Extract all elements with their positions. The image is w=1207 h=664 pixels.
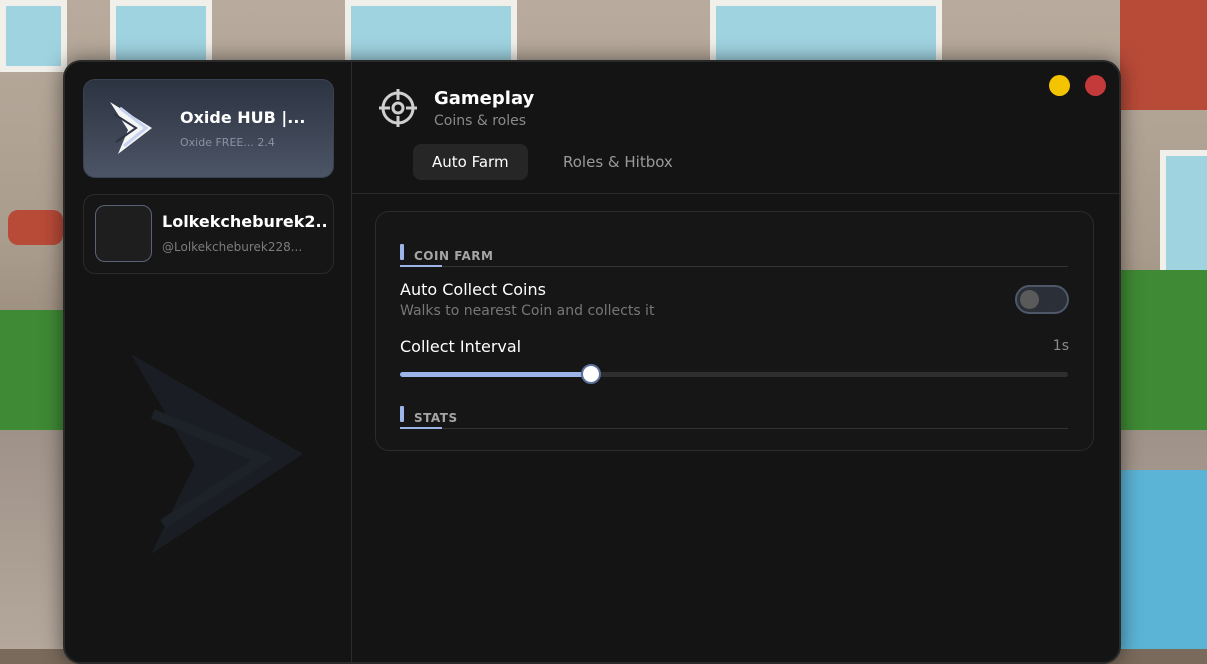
oxide-watermark-icon xyxy=(131,354,303,554)
toggle-knob xyxy=(1020,290,1039,309)
hub-card[interactable]: Oxide HUB |... Oxide FREE... 2.4 xyxy=(83,79,334,178)
collect-interval-slider[interactable] xyxy=(400,364,1068,384)
section-header-coin-farm: COIN FARM xyxy=(400,244,1068,268)
main-content: Gameplay Coins & roles Auto Farm Roles &… xyxy=(352,62,1119,662)
user-card[interactable]: Lolkekcheburek2... @Lolkekcheburek228... xyxy=(83,194,334,274)
header-divider xyxy=(352,193,1119,194)
oxide-logo-icon xyxy=(110,102,152,154)
hub-title: Oxide HUB |... xyxy=(180,108,306,127)
user-name: Lolkekcheburek2... xyxy=(162,212,326,231)
tab-roles-hitbox[interactable]: Roles & Hitbox xyxy=(544,144,692,180)
auto-collect-toggle[interactable] xyxy=(1015,285,1069,314)
collect-interval-value: 1s xyxy=(1052,338,1069,354)
crosshair-icon xyxy=(379,89,417,127)
sidebar: Oxide HUB |... Oxide FREE... 2.4 Lolkekc… xyxy=(65,62,352,662)
page-title: Gameplay xyxy=(434,88,535,109)
section-label: COIN FARM xyxy=(414,249,494,263)
tab-auto-farm[interactable]: Auto Farm xyxy=(413,144,528,180)
page-subtitle: Coins & roles xyxy=(434,113,527,129)
section-label: STATS xyxy=(414,411,458,425)
user-handle: @Lolkekcheburek228... xyxy=(162,240,303,254)
auto-collect-label: Auto Collect Coins xyxy=(400,280,546,299)
collect-interval-label: Collect Interval xyxy=(400,337,522,356)
hub-window: Oxide HUB |... Oxide FREE... 2.4 Lolkekc… xyxy=(63,60,1121,664)
avatar xyxy=(95,205,152,262)
minimize-button[interactable] xyxy=(1049,75,1070,96)
hub-version: Oxide FREE... 2.4 xyxy=(180,136,275,149)
close-button[interactable] xyxy=(1085,75,1106,96)
slider-fill xyxy=(400,372,592,377)
settings-panel: COIN FARM Auto Collect Coins Walks to ne… xyxy=(375,211,1094,451)
auto-collect-description: Walks to nearest Coin and collects it xyxy=(400,303,655,319)
slider-thumb[interactable] xyxy=(581,364,602,384)
section-header-stats: STATS xyxy=(400,406,1068,430)
